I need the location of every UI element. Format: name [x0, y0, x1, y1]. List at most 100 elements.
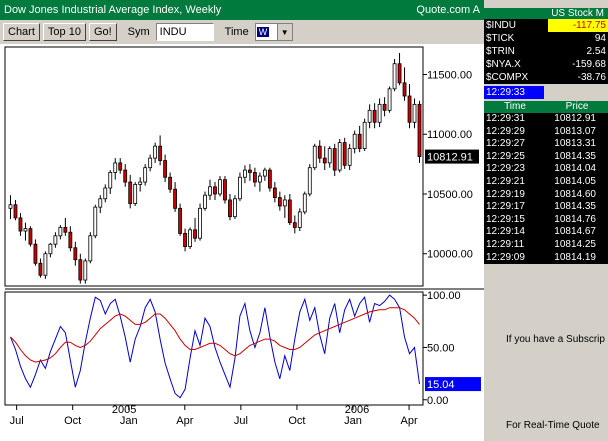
trade-row: 12:29:23 10814.04	[484, 163, 608, 176]
year-label: 2005	[112, 404, 136, 416]
candle-body	[163, 160, 168, 178]
candle-body	[327, 148, 332, 164]
trade-time: 12:29:23	[486, 163, 525, 175]
trade-price: 10813.07	[554, 125, 596, 137]
market-row[interactable]: $COMPX -38.76	[484, 71, 608, 84]
candle-body	[158, 145, 163, 161]
candle-body	[402, 82, 407, 97]
candle-body	[203, 194, 207, 209]
candle-body	[397, 63, 402, 84]
oscillator-tick-label: 100.00	[427, 290, 461, 302]
top10-button[interactable]: Top 10	[42, 23, 86, 41]
candle-body	[218, 179, 222, 195]
title-bar: Dow Jones Industrial Average Index, Week…	[0, 0, 484, 20]
realtime-text: For Real-Time Quote	[506, 420, 600, 431]
candle-body	[342, 142, 347, 166]
candle-body	[352, 133, 357, 149]
candle-body	[387, 88, 392, 111]
go-button[interactable]: Go!	[88, 23, 117, 41]
candle-body	[377, 103, 382, 123]
price-tick-label: 11000.00	[427, 129, 472, 141]
time-tick-label: Jan	[120, 415, 138, 427]
candle-body	[213, 186, 217, 195]
candle-body	[272, 187, 277, 198]
candle-body	[262, 169, 267, 177]
market-symbol: $INDU	[486, 20, 517, 31]
candle-body	[193, 229, 197, 239]
market-symbol: $TRIN	[486, 46, 515, 57]
trade-time: 12:29:31	[486, 113, 525, 124]
candle-body	[13, 204, 18, 219]
trade-row: 12:29:14 10814.67	[484, 226, 608, 239]
trade-price: 10814.25	[554, 238, 596, 250]
candle-body	[133, 184, 138, 204]
market-value: 94	[594, 33, 606, 44]
candle-body	[173, 188, 177, 209]
market-symbol: $COMPX	[486, 72, 529, 83]
trade-time: 12:29:17	[486, 201, 525, 213]
time-tick-label: Jul	[234, 415, 248, 427]
candle-body	[382, 103, 387, 111]
candle-body	[253, 172, 257, 183]
trade-row: 12:29:09 10814.19	[484, 252, 608, 265]
market-row[interactable]: $INDU -117.75	[484, 19, 608, 32]
right-panel: US Stock M $INDU -117.75 $TICK 94 $TRIN 2.54 $…	[484, 0, 608, 441]
candle-body	[98, 198, 103, 208]
candle-body	[302, 193, 307, 213]
market-row[interactable]: $TRIN 2.54	[484, 45, 608, 58]
candle-body	[357, 133, 362, 149]
time-tick-label: Oct	[64, 415, 81, 427]
candle-body	[277, 197, 282, 207]
trade-row: 12:29:25 10814.35	[484, 151, 608, 164]
chevron-down-icon[interactable]: ▼	[276, 24, 292, 40]
candle-body	[317, 145, 322, 159]
candle-body	[362, 121, 367, 149]
trade-price: 10814.05	[554, 175, 596, 187]
candle-body	[243, 169, 247, 178]
candle-body	[292, 222, 297, 228]
candle-body	[128, 181, 133, 204]
price-tick-label: 10500.00	[427, 189, 473, 201]
sym-label: Sym	[127, 26, 150, 38]
candle-body	[38, 262, 43, 276]
candle-body	[183, 233, 187, 247]
candle-body	[223, 179, 227, 201]
trade-price: 10813.31	[554, 138, 596, 150]
time-select[interactable]: W ▼	[254, 23, 293, 41]
candle-body	[88, 235, 93, 262]
candle-body	[238, 176, 242, 200]
time-tick-label: Jul	[10, 415, 24, 427]
market-value: -117.75	[548, 19, 608, 32]
market-header: US Stock M	[484, 8, 608, 19]
market-row[interactable]: $TICK 94	[484, 32, 608, 45]
candle-body	[392, 63, 397, 90]
oscillator-tick-label: 50.00	[427, 342, 455, 354]
candle-body	[8, 204, 13, 209]
candle-body	[78, 259, 83, 281]
subscription-text: If you have a Subscrip	[506, 334, 605, 345]
trade-price: 10812.91	[554, 113, 596, 124]
candle-body	[43, 253, 48, 276]
candle-body	[372, 109, 377, 123]
candle-body	[93, 206, 98, 237]
time-column-header: Time	[504, 101, 526, 112]
time-tick-label: Apr	[401, 415, 418, 427]
trade-time: 12:29:15	[486, 213, 525, 225]
price-column-header: Price	[565, 101, 589, 112]
last-oscillator-label: 15.04	[427, 379, 455, 391]
candle-body	[113, 162, 118, 173]
symbol-input[interactable]	[155, 23, 214, 41]
oscillator-tick-label: 0.00	[427, 395, 448, 407]
window-title: Dow Jones Industrial Average Index, Week…	[4, 4, 222, 16]
market-row[interactable]: $NYA.X -159.68	[484, 58, 608, 71]
candle-body	[143, 167, 148, 183]
trade-time: 12:29:27	[486, 138, 525, 150]
candle-body	[307, 167, 312, 195]
trade-price: 10814.04	[554, 163, 596, 175]
candle-body	[322, 157, 327, 164]
chart-button[interactable]: Chart	[3, 23, 40, 41]
market-summary: $INDU -117.75 $TICK 94 $TRIN 2.54 $NYA.X -159.6…	[484, 19, 608, 84]
trades-list: 12:29:31 10812.91 12:29:29 10813.07 12:29:27…	[484, 113, 608, 265]
trade-row: 12:29:17 10814.35	[484, 201, 608, 214]
market-value: -38.76	[577, 72, 606, 83]
